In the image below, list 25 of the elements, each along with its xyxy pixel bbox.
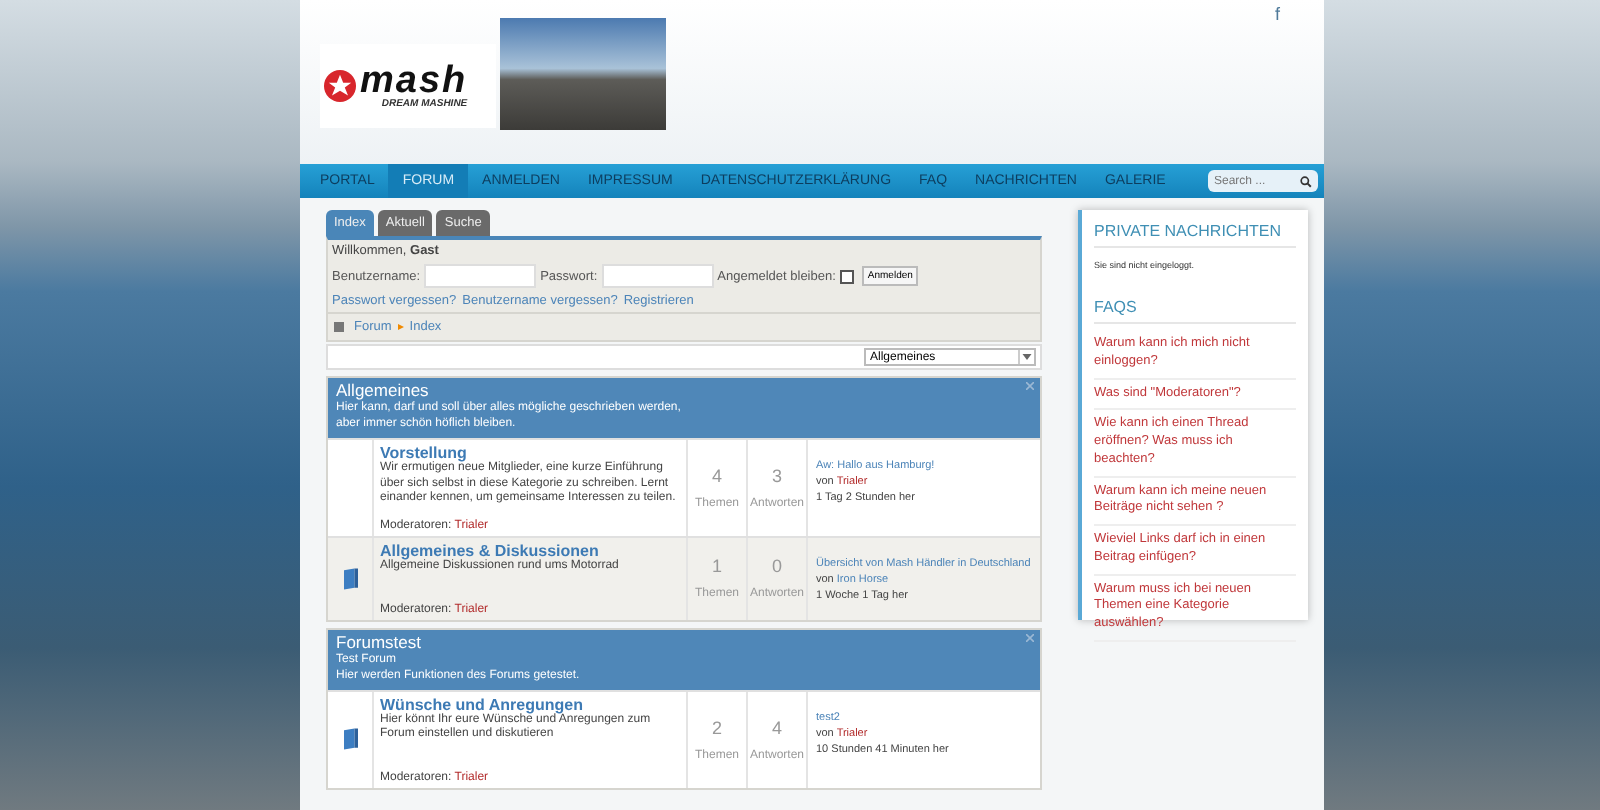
forum-title[interactable]: Wünsche und Anregungen	[380, 695, 680, 714]
remember-checkbox[interactable]	[839, 269, 854, 283]
caret-icon	[1022, 354, 1032, 360]
forum-title[interactable]: Allgemeines & Diskussionen	[380, 541, 680, 560]
star-logo-icon	[324, 70, 356, 102]
topic-count: 2	[711, 717, 722, 738]
forum-title[interactable]: Vorstellung	[380, 443, 680, 462]
logo-wordmark: mash	[360, 62, 468, 100]
social-link[interactable]: f	[1274, 4, 1280, 24]
password-field[interactable]	[601, 264, 714, 288]
arrow-icon	[397, 324, 404, 330]
collapse-icon[interactable]	[1026, 382, 1034, 390]
sidebar-heading: PRIVATE NACHRICHTEN	[1094, 222, 1296, 248]
username-field[interactable]	[424, 264, 537, 288]
reply-count: 4	[771, 717, 782, 738]
reply-count: 0	[771, 556, 782, 577]
topic-count: 1	[711, 556, 722, 577]
square-icon	[334, 322, 344, 332]
topic-count: 4	[711, 465, 722, 486]
reply-count: 3	[771, 465, 782, 486]
sidebar-heading: FAQS	[1094, 298, 1296, 324]
search-icon	[1300, 175, 1312, 187]
category-title[interactable]: Forumstest	[336, 631, 1032, 652]
category-title[interactable]: Allgemeines	[336, 380, 1032, 400]
collapse-icon[interactable]	[1026, 633, 1034, 642]
